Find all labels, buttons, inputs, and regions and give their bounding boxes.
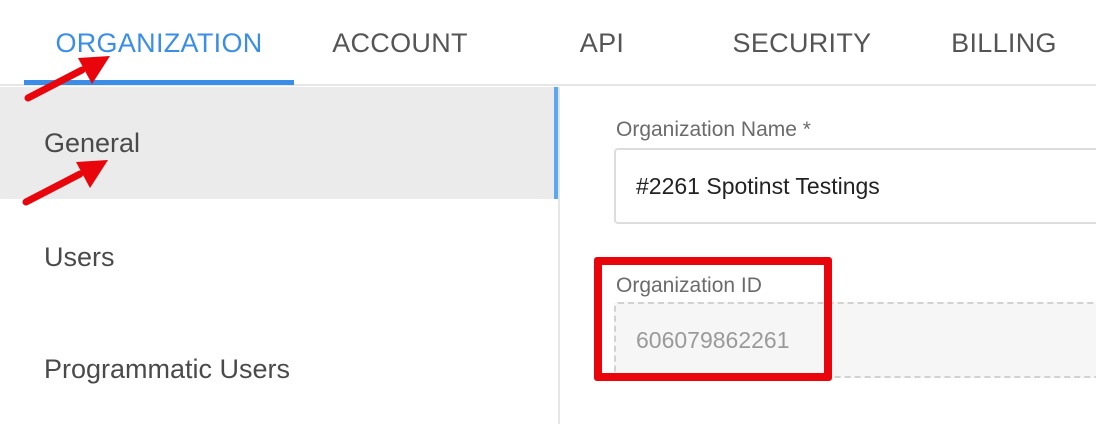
organization-name-label: Organization Name * [616, 118, 811, 141]
annotation-arrow-icon [22, 160, 108, 206]
sidebar-divider [558, 87, 560, 424]
annotation-arrow-icon [24, 56, 110, 102]
top-tab-bar: ORGANIZATION ACCOUNT API SECURITY BILLIN… [0, 0, 1096, 86]
tab-security[interactable]: SECURITY [710, 0, 894, 86]
sidebar-item-label: Users [44, 241, 115, 272]
sidebar-item-programmatic-users[interactable]: Programmatic Users [0, 313, 554, 424]
sidebar-item-label: Programmatic Users [44, 353, 291, 384]
tab-account[interactable]: ACCOUNT [300, 0, 500, 86]
organization-name-input[interactable]: #2261 Spotinst Testings [614, 148, 1096, 224]
annotation-highlight-box [594, 257, 832, 381]
settings-sidebar: General Users Programmatic Users [0, 87, 558, 424]
tab-api[interactable]: API [540, 0, 664, 86]
sidebar-item-users[interactable]: Users [0, 201, 554, 313]
tab-billing[interactable]: BILLING [930, 0, 1078, 86]
